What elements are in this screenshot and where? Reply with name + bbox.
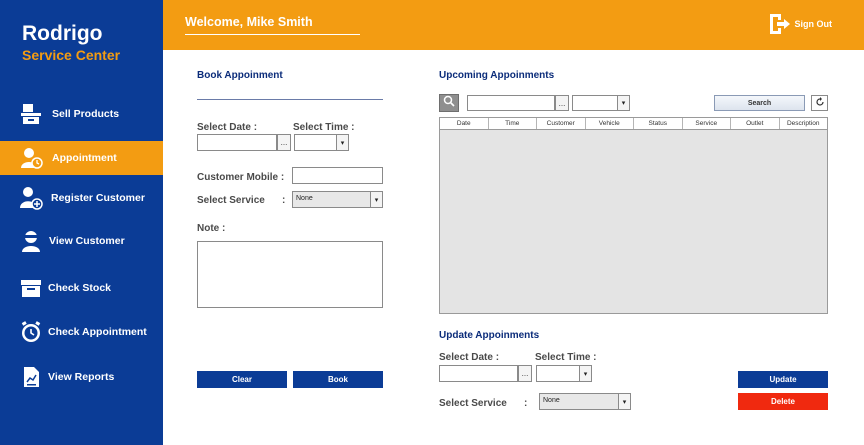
sidebar-item-label: Sell Products <box>52 108 120 120</box>
update-select-time-label: Select Time : <box>535 352 597 363</box>
book-date-picker-button[interactable]: ... <box>277 134 291 151</box>
sidebar: Rodrigo Service Center Sell Products App… <box>0 0 163 445</box>
sell-products-icon <box>18 101 44 127</box>
update-service-select[interactable]: None ▾ <box>539 393 631 410</box>
top-header: Welcome, Mike Smith Sign Out <box>163 0 864 50</box>
book-select-date-label: Select Date : <box>197 122 258 133</box>
sidebar-item-check-appointment[interactable]: Check Appointment <box>0 315 163 349</box>
search-icon-button[interactable] <box>439 94 459 112</box>
appointment-icon <box>18 145 44 171</box>
column-header-status[interactable]: Status <box>634 118 683 129</box>
column-header-vehicle[interactable]: Vehicle <box>586 118 634 129</box>
check-stock-icon <box>18 275 44 301</box>
update-service-colon: : <box>524 398 528 409</box>
appointments-table[interactable]: Date Time Customer Vehicle Status Servic… <box>439 117 828 314</box>
register-customer-icon <box>18 185 44 211</box>
column-header-customer[interactable]: Customer <box>537 118 586 129</box>
book-service-value: None <box>296 195 313 202</box>
chevron-down-icon: ▾ <box>370 192 382 207</box>
update-date-picker-button[interactable]: ... <box>518 365 532 382</box>
sign-out-label: Sign Out <box>794 19 833 29</box>
update-button[interactable]: Update <box>738 371 828 388</box>
sidebar-item-sell-products[interactable]: Sell Products <box>0 97 163 131</box>
book-select-time-label: Select Time : <box>293 122 355 133</box>
column-header-time[interactable]: Time <box>489 118 537 129</box>
update-select-date-label: Select Date : <box>439 352 500 363</box>
welcome-underline <box>185 34 360 35</box>
book-title-divider <box>197 99 383 100</box>
chevron-down-icon: ▾ <box>617 96 629 110</box>
delete-button[interactable]: Delete <box>738 393 828 410</box>
refresh-icon <box>815 94 825 112</box>
note-textarea[interactable] <box>197 241 383 308</box>
upcoming-filter-select[interactable]: ▾ <box>572 95 630 111</box>
update-appointments-title: Update Appoinments <box>439 330 540 341</box>
column-header-description[interactable]: Description <box>780 118 828 129</box>
sidebar-item-label: Check Appointment <box>48 326 147 338</box>
update-service-value: None <box>543 397 560 404</box>
book-date-field[interactable] <box>197 134 277 151</box>
column-header-service[interactable]: Service <box>683 118 731 129</box>
sidebar-item-view-customer[interactable]: View Customer <box>0 224 163 258</box>
book-service-select[interactable]: None ▾ <box>292 191 383 208</box>
sidebar-item-register-customer[interactable]: Register Customer <box>0 181 163 215</box>
update-date-field[interactable] <box>439 365 518 382</box>
clear-button[interactable]: Clear <box>197 371 287 388</box>
chevron-down-icon: ▾ <box>618 394 630 409</box>
sign-out-icon <box>768 12 792 36</box>
search-button[interactable]: Search <box>714 95 805 111</box>
sidebar-item-label: Check Stock <box>48 282 112 294</box>
book-service-colon: : <box>282 195 286 206</box>
book-time-select[interactable]: ▾ <box>294 134 349 151</box>
sign-out-button[interactable]: Sign Out <box>768 12 833 36</box>
welcome-text: Welcome, Mike Smith <box>185 15 313 29</box>
sidebar-item-label: View Reports <box>48 371 115 383</box>
update-select-service-label: Select Service <box>439 398 507 409</box>
sidebar-item-label: Register Customer <box>51 192 145 204</box>
sidebar-item-check-stock[interactable]: Check Stock <box>0 271 163 305</box>
book-select-service-label: Select Service <box>197 195 265 206</box>
sidebar-item-view-reports[interactable]: View Reports <box>0 360 163 394</box>
update-time-select[interactable]: ▾ <box>536 365 592 382</box>
search-icon <box>443 94 455 112</box>
upcoming-appointments-title: Upcoming Appoinments <box>439 70 555 81</box>
table-header: Date Time Customer Vehicle Status Servic… <box>440 118 827 130</box>
check-appointment-icon <box>18 319 44 345</box>
book-appointment-title: Book Appoinment <box>197 70 283 81</box>
customer-mobile-label: Customer Mobile : <box>197 172 285 183</box>
chevron-down-icon: ▾ <box>336 135 348 150</box>
view-customer-icon <box>18 228 44 254</box>
column-header-date[interactable]: Date <box>440 118 489 129</box>
customer-mobile-input[interactable] <box>292 167 383 184</box>
brand-subtitle: Service Center <box>22 47 121 63</box>
upcoming-date-picker-button[interactable]: ... <box>555 95 569 111</box>
chevron-down-icon: ▾ <box>579 366 591 381</box>
view-reports-icon <box>18 364 44 390</box>
brand-name: Rodrigo <box>22 22 103 45</box>
sidebar-item-appointment[interactable]: Appointment <box>0 141 163 175</box>
note-label: Note : <box>197 223 226 234</box>
refresh-button[interactable] <box>811 95 828 111</box>
column-header-outlet[interactable]: Outlet <box>731 118 780 129</box>
sidebar-item-label: View Customer <box>49 235 125 247</box>
upcoming-search-input[interactable] <box>467 95 555 111</box>
book-button[interactable]: Book <box>293 371 383 388</box>
sidebar-item-label: Appointment <box>52 152 117 164</box>
